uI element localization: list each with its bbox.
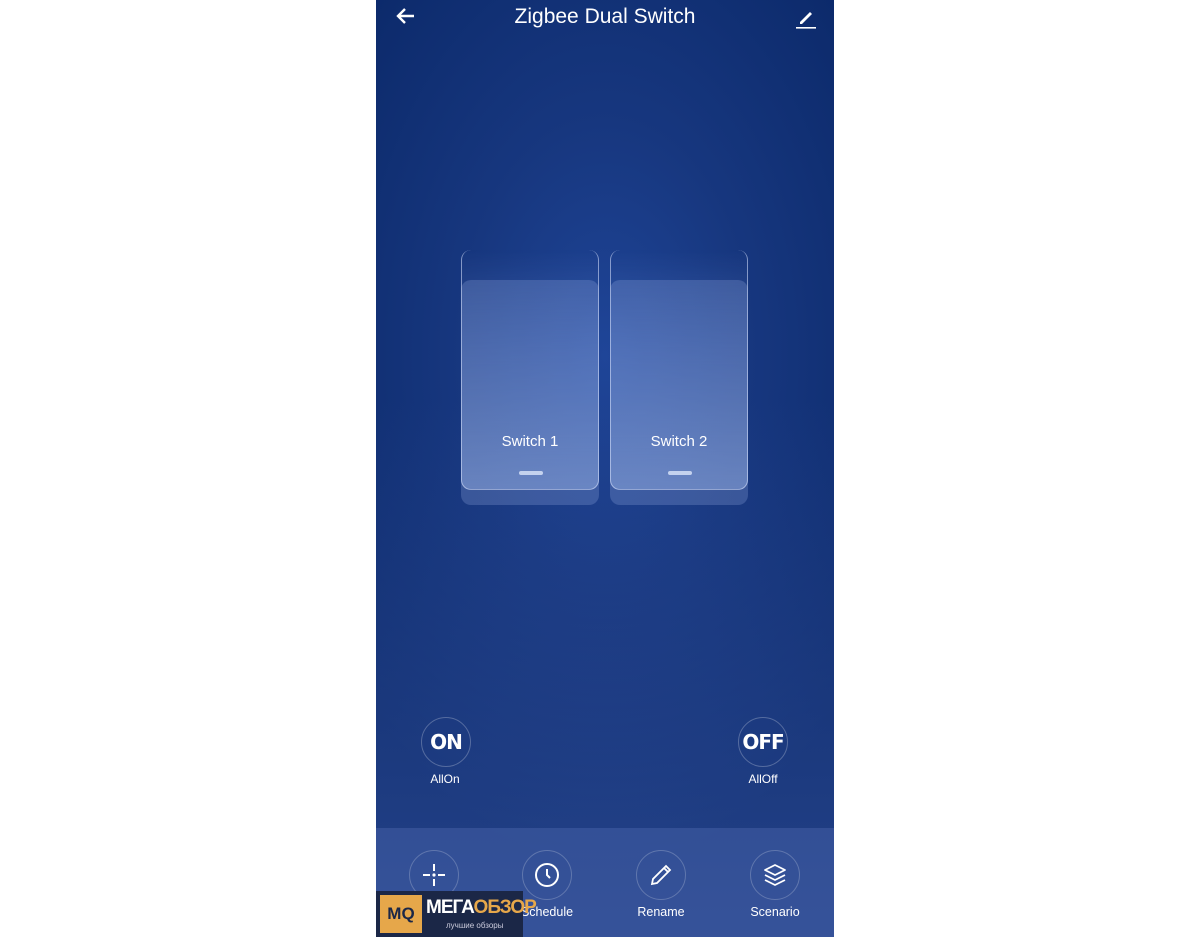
- scenario-button[interactable]: Scenario: [725, 850, 825, 919]
- page-title: Zigbee Dual Switch: [514, 5, 696, 28]
- all-on-button[interactable]: ON: [421, 717, 471, 767]
- switch-indicator: [519, 471, 543, 475]
- switch-1[interactable]: Switch 1: [461, 250, 599, 505]
- switch-indicator: [668, 471, 692, 475]
- device-screen: Zigbee Dual Switch Switch 1 Switch 2 ON …: [376, 0, 834, 937]
- switch-label: Switch 2: [650, 433, 708, 450]
- rename-button[interactable]: Rename: [611, 850, 711, 919]
- switch-label: Switch 1: [501, 433, 559, 450]
- pencil-icon: [650, 864, 672, 886]
- switch-2[interactable]: Switch 2: [610, 250, 748, 505]
- edit-icon[interactable]: [794, 6, 818, 30]
- all-off-button[interactable]: OFF: [738, 717, 788, 767]
- watermark-logo: MQ МЕГАОБЗОР лучшие обзоры: [376, 891, 537, 937]
- all-on-label: AllOn: [430, 772, 460, 786]
- layers-icon: [764, 864, 786, 886]
- clock-icon: [535, 863, 559, 887]
- top-bar: Zigbee Dual Switch: [376, 0, 834, 36]
- all-off-label: AllOff: [748, 772, 778, 786]
- crosshair-icon: [423, 864, 445, 886]
